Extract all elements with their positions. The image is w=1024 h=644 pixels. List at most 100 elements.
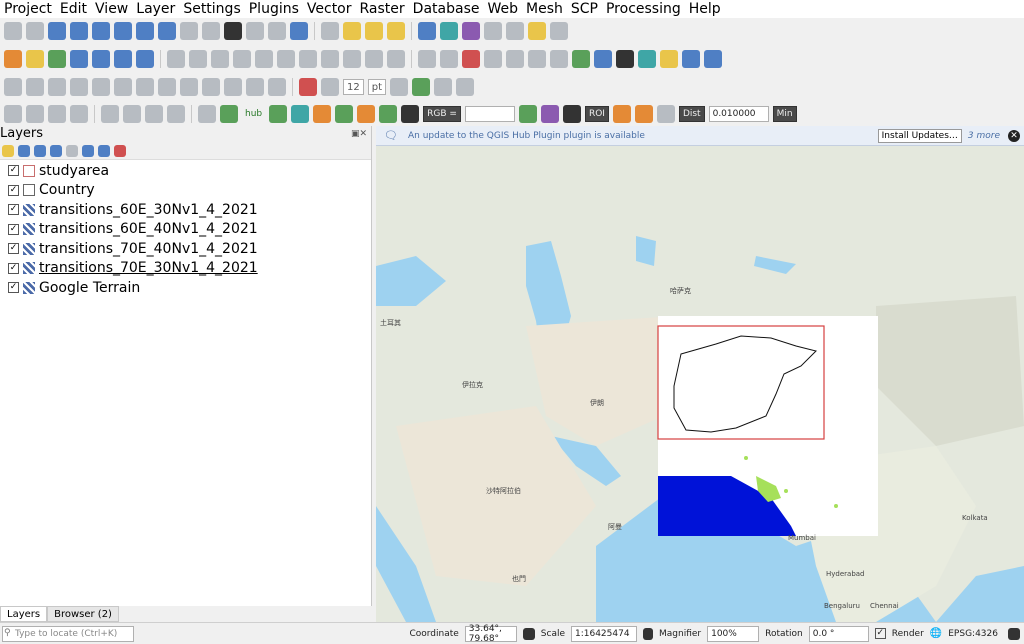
magnifier-input[interactable]: 100%	[707, 625, 760, 642]
offset-curve-icon[interactable]	[136, 78, 154, 96]
map-canvas[interactable]: 土耳其 伊拉克 沙特阿拉伯 伊朗 阿曼 也門 哈萨克 Mumbai Hydera…	[376, 146, 1024, 622]
menu-layer[interactable]: Layer	[132, 1, 179, 17]
python-console-icon[interactable]	[638, 50, 656, 68]
graph-icon[interactable]	[682, 50, 700, 68]
scp-dock-icon[interactable]	[616, 50, 634, 68]
layer-visibility-checkbox[interactable]: ✓	[8, 165, 19, 177]
add-ring-icon[interactable]	[26, 78, 44, 96]
expand-all-icon[interactable]	[82, 144, 94, 157]
dist-input[interactable]: 0.010000	[708, 106, 769, 122]
shape-rect-icon[interactable]	[48, 105, 66, 123]
select-by-value-icon[interactable]	[365, 22, 383, 40]
shape-circle-icon[interactable]	[70, 105, 88, 123]
self-snapping-icon[interactable]	[412, 78, 431, 96]
plugin-manager-icon[interactable]	[660, 50, 678, 68]
rgb-select[interactable]	[464, 106, 515, 122]
layers-stack-icon[interactable]	[291, 105, 310, 123]
digitize-icon[interactable]	[233, 50, 251, 68]
show-bookmarks-icon[interactable]	[246, 22, 264, 40]
collapse-all-icon[interactable]	[98, 144, 110, 157]
save-edits-icon[interactable]	[211, 50, 229, 68]
toggle-editing-icon[interactable]	[189, 50, 207, 68]
coordinate-field[interactable]: 33.64°, 79.68°	[464, 624, 517, 644]
zoom-to-layer-icon[interactable]	[136, 22, 154, 40]
zoom-last-icon[interactable]	[180, 22, 198, 40]
layer-row[interactable]: ✓ transitions_70E_30Nv1_4_2021	[0, 259, 371, 279]
lock-scale-icon[interactable]	[643, 627, 653, 640]
layer-visibility-checkbox[interactable]: ✓	[8, 282, 19, 294]
map-themes-icon[interactable]	[34, 144, 46, 157]
snapping-tolerance-input[interactable]: 12	[343, 79, 364, 95]
new-geopackage-icon[interactable]	[26, 50, 44, 68]
add-raster-icon[interactable]	[92, 50, 110, 68]
filter-legend-icon[interactable]	[50, 144, 62, 157]
close-icon[interactable]: ✕	[1008, 129, 1020, 142]
snapping-unit-select[interactable]: pt	[367, 79, 387, 95]
measure-line-icon[interactable]	[506, 22, 524, 40]
more-messages-link[interactable]: 3 more	[968, 131, 1000, 141]
label-pin-icon[interactable]	[440, 50, 458, 68]
layer-visibility-checkbox[interactable]: ✓	[8, 243, 19, 255]
advanced-digitizing-icon[interactable]	[4, 78, 22, 96]
intersection-icon[interactable]	[434, 78, 453, 96]
menu-project[interactable]: Project	[0, 1, 56, 17]
zoom-native-icon[interactable]	[158, 22, 176, 40]
vertex-tool-icon[interactable]	[255, 50, 273, 68]
simplify-icon[interactable]	[268, 78, 286, 96]
raster-calc-icon[interactable]	[101, 105, 119, 123]
layer-visibility-checkbox[interactable]: ✓	[8, 204, 19, 216]
rotate-point-icon[interactable]	[246, 78, 264, 96]
snapping-type-icon[interactable]	[321, 78, 339, 96]
menu-mesh[interactable]: Mesh	[522, 1, 567, 17]
statistics-sum-icon[interactable]	[462, 22, 480, 40]
attribute-table-icon[interactable]	[484, 22, 502, 40]
annotation-icon[interactable]	[550, 22, 568, 40]
trace-icon[interactable]	[390, 78, 409, 96]
menu-help[interactable]: Help	[685, 1, 725, 17]
scp-draw-icon[interactable]	[612, 105, 631, 123]
pan-hand-icon[interactable]	[4, 22, 22, 40]
locator-input[interactable]: Type to locate (Ctrl+K)	[2, 625, 134, 642]
layer-row[interactable]: ✓ transitions_60E_40Nv1_4_2021	[0, 220, 371, 240]
delete-part-icon[interactable]	[92, 78, 110, 96]
identify-features-icon[interactable]	[321, 22, 339, 40]
layer-row[interactable]: ✓ transitions_70E_40Nv1_4_2021	[0, 239, 371, 259]
reshape-icon[interactable]	[114, 78, 132, 96]
scp-classification-icon[interactable]	[518, 105, 537, 123]
snapping-magnet-icon[interactable]	[299, 78, 317, 96]
new-scratch-layer-icon[interactable]	[70, 50, 88, 68]
label-rotate-icon[interactable]	[528, 50, 546, 68]
delete-selected-icon[interactable]	[277, 50, 295, 68]
undo-icon[interactable]	[365, 50, 383, 68]
add-group-icon[interactable]	[18, 144, 30, 157]
scp-input-icon[interactable]	[313, 105, 332, 123]
layer-row[interactable]: ✓ studyarea	[0, 161, 371, 181]
new-shapefile-icon[interactable]	[48, 50, 66, 68]
map-tips-icon[interactable]	[528, 22, 546, 40]
merge-attributes-icon[interactable]	[224, 78, 242, 96]
label-highlight-icon[interactable]	[462, 50, 480, 68]
copy-icon[interactable]	[321, 50, 339, 68]
georeferencer-icon[interactable]	[594, 50, 612, 68]
install-updates-button[interactable]: Install Updates…	[877, 128, 962, 143]
messages-icon[interactable]	[1008, 627, 1020, 640]
add-mesh-icon[interactable]	[114, 50, 132, 68]
render-checkbox[interactable]: ✓	[874, 628, 886, 639]
scp-band-icon[interactable]	[357, 105, 376, 123]
zoom-out-icon[interactable]	[70, 22, 88, 40]
toggle-extents-icon[interactable]	[522, 627, 535, 640]
add-virtual-layer-icon[interactable]	[136, 50, 154, 68]
merge-features-icon[interactable]	[202, 78, 220, 96]
zoom-full-icon[interactable]	[92, 22, 110, 40]
scp-search-icon[interactable]	[401, 105, 420, 123]
scp-preview-icon[interactable]	[540, 105, 559, 123]
scp-zoom-icon[interactable]	[335, 105, 354, 123]
scp-add-icon[interactable]	[634, 105, 653, 123]
filter-by-expression-icon[interactable]	[66, 144, 78, 157]
tab-browser[interactable]: Browser (2)	[47, 606, 119, 622]
share-icon[interactable]	[269, 105, 288, 123]
tab-layers[interactable]: Layers	[0, 606, 48, 622]
open-data-source-manager-icon[interactable]	[4, 50, 22, 68]
redo-icon[interactable]	[387, 50, 405, 68]
panel-float-close-icon[interactable]: ▣✕	[351, 126, 367, 142]
